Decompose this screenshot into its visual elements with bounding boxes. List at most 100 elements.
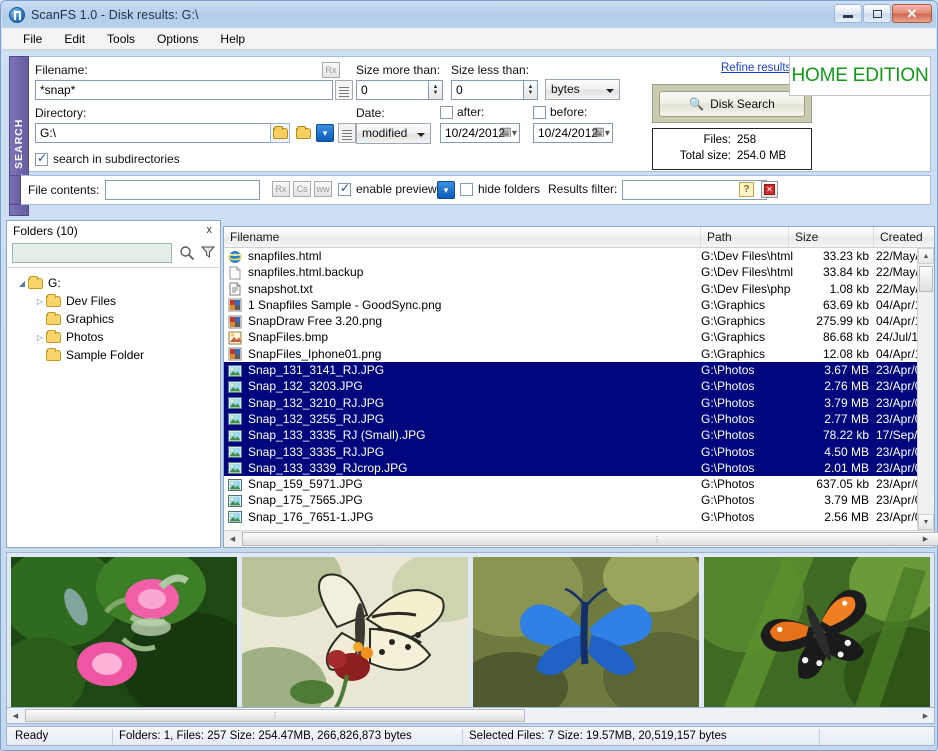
- tree-node-graphics[interactable]: Graphics: [12, 310, 215, 328]
- vertical-scrollbar-thumb[interactable]: [919, 266, 933, 292]
- horizontal-scrollbar-thumb[interactable]: ⋮: [242, 532, 938, 546]
- folders-panel-close-button[interactable]: x: [207, 224, 213, 236]
- menu-item-options[interactable]: Options: [146, 30, 209, 48]
- preview-thumbnail-1[interactable]: [11, 557, 237, 709]
- file-list-vertical-scrollbar[interactable]: ▲ ▼: [917, 248, 934, 530]
- table-row[interactable]: Snap_159_5971.JPGG:\Photos637.05 kb23/Ap…: [224, 476, 917, 492]
- file-list-horizontal-scrollbar[interactable]: ◀ ⋮ ▶: [224, 530, 934, 547]
- table-row[interactable]: snapfiles.htmlG:\Dev Files\html33.23 kb2…: [224, 248, 917, 264]
- size-less-input[interactable]: [451, 80, 524, 100]
- close-button[interactable]: ✕: [892, 4, 932, 23]
- tree-node-label: Graphics: [66, 312, 114, 326]
- table-row[interactable]: Snap_132_3255_RJ.JPGG:\Photos2.77 MB23/A…: [224, 411, 917, 427]
- column-header-filename[interactable]: Filename: [224, 227, 701, 247]
- cell-created: 24/Jul/12 17:19:09: [876, 329, 917, 345]
- minimize-icon: [843, 15, 853, 18]
- table-row[interactable]: Snap_132_3203.JPGG:\Photos2.76 MB23/Apr/…: [224, 378, 917, 394]
- file-contents-bar: File contents: Rx Cs ww enable preview ▾…: [9, 175, 931, 205]
- disk-search-button[interactable]: 🔍 Disk Search: [659, 91, 805, 117]
- table-row[interactable]: SnapFiles.bmpG:\Graphics86.68 kb24/Jul/1…: [224, 329, 917, 345]
- magnifier-icon[interactable]: [179, 245, 195, 261]
- minimize-button[interactable]: [834, 4, 862, 23]
- before-calendar-button[interactable]: 🗓▾: [590, 124, 612, 142]
- preview-scroll-left-arrow-icon[interactable]: ◀: [7, 708, 24, 724]
- cell-size: 2.76 MB: [779, 378, 869, 394]
- window-title: ScanFS 1.0 - Disk results: G:\: [31, 8, 199, 22]
- folders-search-input[interactable]: [12, 243, 172, 263]
- maximize-button[interactable]: [863, 4, 891, 23]
- table-row[interactable]: 1 Snapfiles Sample - GoodSync.pngG:\Grap…: [224, 297, 917, 313]
- size-more-stepper[interactable]: ▲▼: [428, 80, 443, 100]
- table-row[interactable]: SnapDraw Free 3.20.pngG:\Graphics275.99 …: [224, 313, 917, 329]
- hide-folders-checkbox[interactable]: [460, 183, 473, 196]
- table-row[interactable]: snapfiles.html.backupG:\Dev Files\html33…: [224, 264, 917, 280]
- directory-input[interactable]: [35, 123, 277, 143]
- table-row[interactable]: SnapFiles_Iphone01.pngG:\Graphics12.08 k…: [224, 346, 917, 362]
- filename-history-button[interactable]: [335, 80, 353, 100]
- table-row[interactable]: Snap_176_7651-1.JPGG:\Photos2.56 MB23/Ap…: [224, 509, 917, 525]
- contents-wholeword-button[interactable]: ww: [314, 181, 332, 197]
- results-filter-clear-button[interactable]: ✕: [761, 181, 778, 198]
- size-more-input[interactable]: [356, 80, 429, 100]
- menu-item-tools[interactable]: Tools: [96, 30, 146, 48]
- column-header-created[interactable]: Created: [874, 227, 938, 247]
- preview-horizontal-scrollbar[interactable]: ◀ ⋮ ▶: [6, 707, 935, 724]
- cell-path: G:\Photos: [701, 460, 754, 476]
- scroll-down-arrow-icon[interactable]: ▼: [918, 514, 934, 530]
- tree-node-dev-files[interactable]: ▷ Dev Files: [12, 292, 215, 310]
- tree-node-sample-folder[interactable]: Sample Folder: [12, 346, 215, 364]
- preview-thumbnail-3[interactable]: [473, 557, 699, 709]
- menu-item-edit[interactable]: Edit: [53, 30, 96, 48]
- size-unit-select[interactable]: bytes: [545, 79, 620, 100]
- before-checkbox[interactable]: [533, 106, 546, 119]
- directory-history-button[interactable]: [338, 123, 356, 143]
- menu-item-help[interactable]: Help: [209, 30, 256, 48]
- after-checkbox[interactable]: [440, 106, 453, 119]
- table-row[interactable]: snapshot.txtG:\Dev Files\php1.08 kb22/Ma…: [224, 281, 917, 297]
- open-folder-button[interactable]: [293, 123, 313, 143]
- cell-created: 23/Apr/09 16:37:32: [876, 362, 917, 378]
- column-header-size[interactable]: Size: [789, 227, 874, 247]
- scroll-left-arrow-icon[interactable]: ◀: [224, 531, 241, 547]
- table-row[interactable]: Snap_133_3339_RJcrop.JPGG:\Photos2.01 MB…: [224, 460, 917, 476]
- funnel-icon[interactable]: [201, 245, 215, 259]
- file-contents-input[interactable]: [105, 180, 260, 200]
- tree-node-photos[interactable]: ▷ Photos: [12, 328, 215, 346]
- enable-preview-checkbox[interactable]: [338, 183, 351, 196]
- folders-panel-title: Folders (10): [13, 224, 78, 238]
- search-subdirs-checkbox[interactable]: [35, 153, 48, 166]
- file-contents-tab[interactable]: [9, 175, 21, 205]
- after-calendar-button[interactable]: 🗓▾: [497, 124, 519, 142]
- cell-created: 23/Apr/09 16:37:33: [876, 476, 917, 492]
- contents-regex-button[interactable]: Rx: [272, 181, 290, 197]
- table-row[interactable]: Snap_133_3335_RJ.JPGG:\Photos4.50 MB23/A…: [224, 444, 917, 460]
- preview-scrollbar-thumb[interactable]: ⋮: [25, 709, 525, 722]
- table-row[interactable]: Snap_131_3141_RJ.JPGG:\Photos3.67 MB23/A…: [224, 362, 917, 378]
- scroll-up-arrow-icon[interactable]: ▲: [918, 248, 934, 264]
- results-filter-help-button[interactable]: ?: [739, 182, 754, 197]
- table-row[interactable]: Snap_132_3210_RJ.JPGG:\Photos3.79 MB23/A…: [224, 395, 917, 411]
- table-row[interactable]: Snap_175_7565.JPGG:\Photos3.79 MB23/Apr/…: [224, 492, 917, 508]
- tree-expander-icon[interactable]: ▷: [34, 297, 46, 306]
- preview-thumbnail-2[interactable]: [242, 557, 468, 709]
- enable-preview-label: enable preview: [356, 182, 437, 196]
- browse-folder-button[interactable]: [270, 123, 290, 143]
- contents-case-button[interactable]: Cs: [293, 181, 311, 197]
- table-row[interactable]: Snap_133_3335_RJ (Small).JPGG:\Photos78.…: [224, 427, 917, 443]
- date-type-select[interactable]: modified: [356, 123, 431, 144]
- preview-scroll-right-arrow-icon[interactable]: ▶: [917, 708, 934, 724]
- filename-input[interactable]: [35, 80, 333, 100]
- cell-size: 3.67 MB: [779, 362, 869, 378]
- before-label: before:: [550, 105, 587, 119]
- directory-dropdown-button[interactable]: ▾: [316, 124, 334, 142]
- scroll-right-arrow-icon[interactable]: ▶: [917, 531, 934, 547]
- tree-node-g[interactable]: ◢ G:: [12, 274, 215, 292]
- preview-thumbnail-4[interactable]: [704, 557, 930, 709]
- menu-item-file[interactable]: File: [12, 30, 53, 48]
- tree-expander-icon[interactable]: ◢: [16, 279, 28, 288]
- tree-expander-icon[interactable]: ▷: [34, 333, 46, 342]
- filename-regex-button[interactable]: Rx: [322, 62, 340, 78]
- size-less-stepper[interactable]: ▲▼: [523, 80, 538, 100]
- column-header-path[interactable]: Path: [701, 227, 789, 247]
- preview-options-button[interactable]: ▾: [437, 181, 455, 199]
